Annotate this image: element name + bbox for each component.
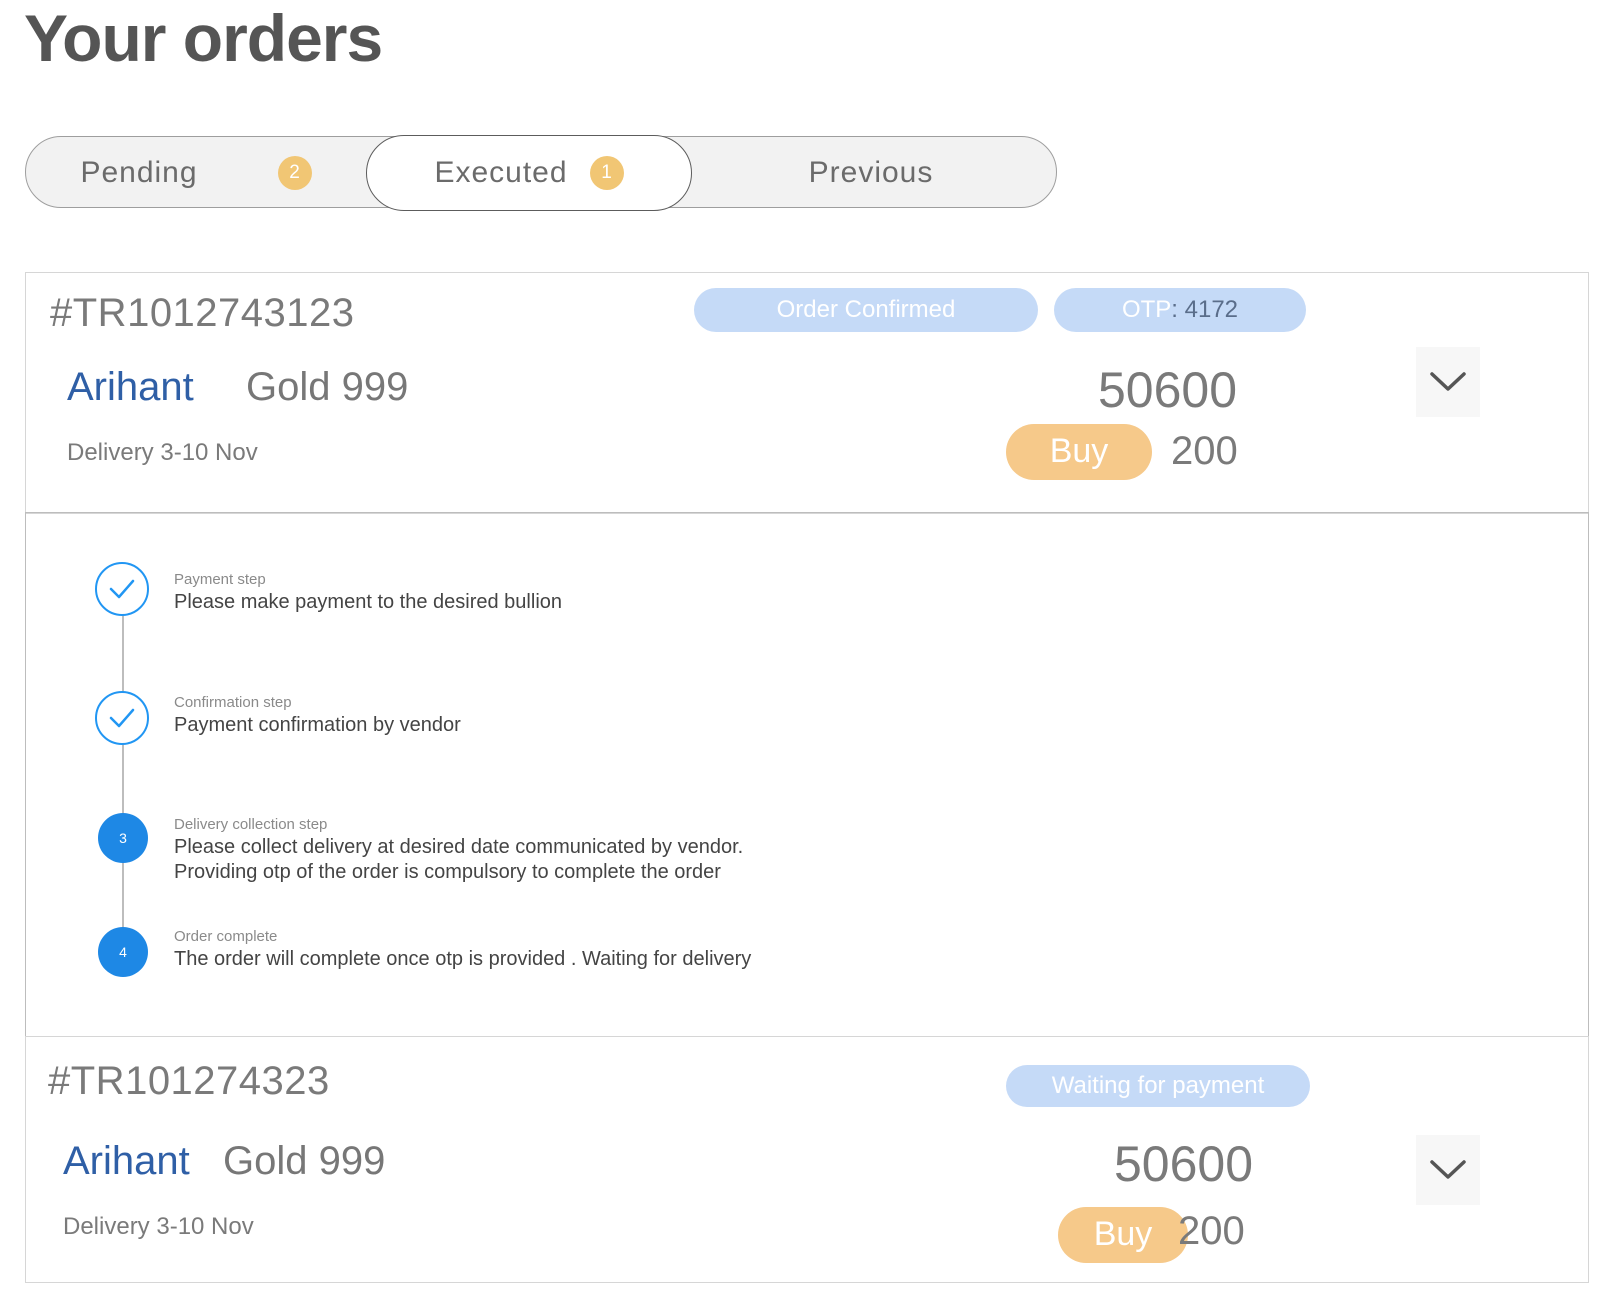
step-label: Confirmation step bbox=[174, 694, 292, 711]
order-price: 50600 bbox=[1114, 1136, 1254, 1192]
vendor-name: Arihant bbox=[63, 1139, 190, 1183]
tab-executed-badge: 1 bbox=[589, 156, 624, 190]
vendor-name: Arihant bbox=[67, 365, 194, 409]
product-name: Gold 999 bbox=[246, 365, 409, 409]
tab-executed-label: Executed bbox=[434, 156, 568, 189]
step-number-badge: 4 bbox=[98, 927, 148, 977]
buy-button[interactable]: Buy bbox=[1058, 1207, 1188, 1263]
expand-button[interactable] bbox=[1416, 1135, 1480, 1205]
tab-pending[interactable]: Pending 2 bbox=[26, 137, 366, 209]
status-badge: Order Confirmed bbox=[694, 288, 1038, 332]
tab-previous[interactable]: Previous bbox=[686, 137, 1056, 209]
order-quantity: 200 bbox=[1178, 1209, 1245, 1253]
step-description: Please make payment to the desired bulli… bbox=[174, 591, 563, 613]
page-title: Your orders bbox=[24, 1, 383, 75]
order-tabs: Pending 2 Previous Executed 1 bbox=[25, 135, 1057, 211]
order-id: #TR101274323 bbox=[48, 1059, 330, 1103]
check-icon bbox=[109, 708, 135, 728]
delivery-window: Delivery 3-10 Nov bbox=[63, 1213, 254, 1240]
tab-pending-label: Pending bbox=[80, 156, 198, 189]
order-id: #TR1012743123 bbox=[50, 291, 355, 335]
order-quantity: 200 bbox=[1171, 429, 1238, 473]
otp-label: OTP bbox=[1121, 296, 1172, 323]
otp-badge: OTP: 4172 bbox=[1054, 288, 1306, 332]
steps-timeline bbox=[122, 610, 124, 953]
step-complete-indicator bbox=[95, 691, 149, 745]
delivery-window: Delivery 3-10 Nov bbox=[67, 439, 258, 466]
order-card: #TR101274323 Waiting for payment Arihant… bbox=[25, 1036, 1589, 1283]
product-name: Gold 999 bbox=[223, 1139, 386, 1183]
check-icon bbox=[109, 579, 135, 599]
expand-button[interactable] bbox=[1416, 347, 1480, 417]
step-label: Delivery collection step bbox=[174, 816, 328, 833]
step-label: Payment step bbox=[174, 571, 266, 588]
order-price: 50600 bbox=[1098, 362, 1238, 418]
step-complete-indicator bbox=[95, 562, 149, 616]
step-description: Payment confirmation by vendor bbox=[174, 714, 461, 736]
order-card: #TR1012743123 Order Confirmed OTP: 4172 … bbox=[25, 272, 1589, 514]
chevron-down-icon bbox=[1430, 372, 1466, 391]
otp-value: : 4172 bbox=[1171, 296, 1239, 323]
step-description: Please collect delivery at desired date … bbox=[174, 836, 744, 858]
step-label: Order complete bbox=[174, 928, 278, 945]
tab-executed[interactable]: Executed 1 bbox=[366, 135, 692, 211]
step-number-badge: 3 bbox=[98, 813, 148, 863]
tab-pending-badge: 2 bbox=[277, 156, 312, 190]
chevron-down-icon bbox=[1430, 1160, 1466, 1179]
status-badge: Waiting for payment bbox=[1006, 1065, 1310, 1107]
buy-button[interactable]: Buy bbox=[1006, 424, 1152, 480]
tab-previous-label: Previous bbox=[808, 156, 934, 189]
step-description: The order will complete once otp is prov… bbox=[174, 948, 752, 970]
step-description-line2: Providing otp of the order is compulsory… bbox=[174, 861, 721, 883]
